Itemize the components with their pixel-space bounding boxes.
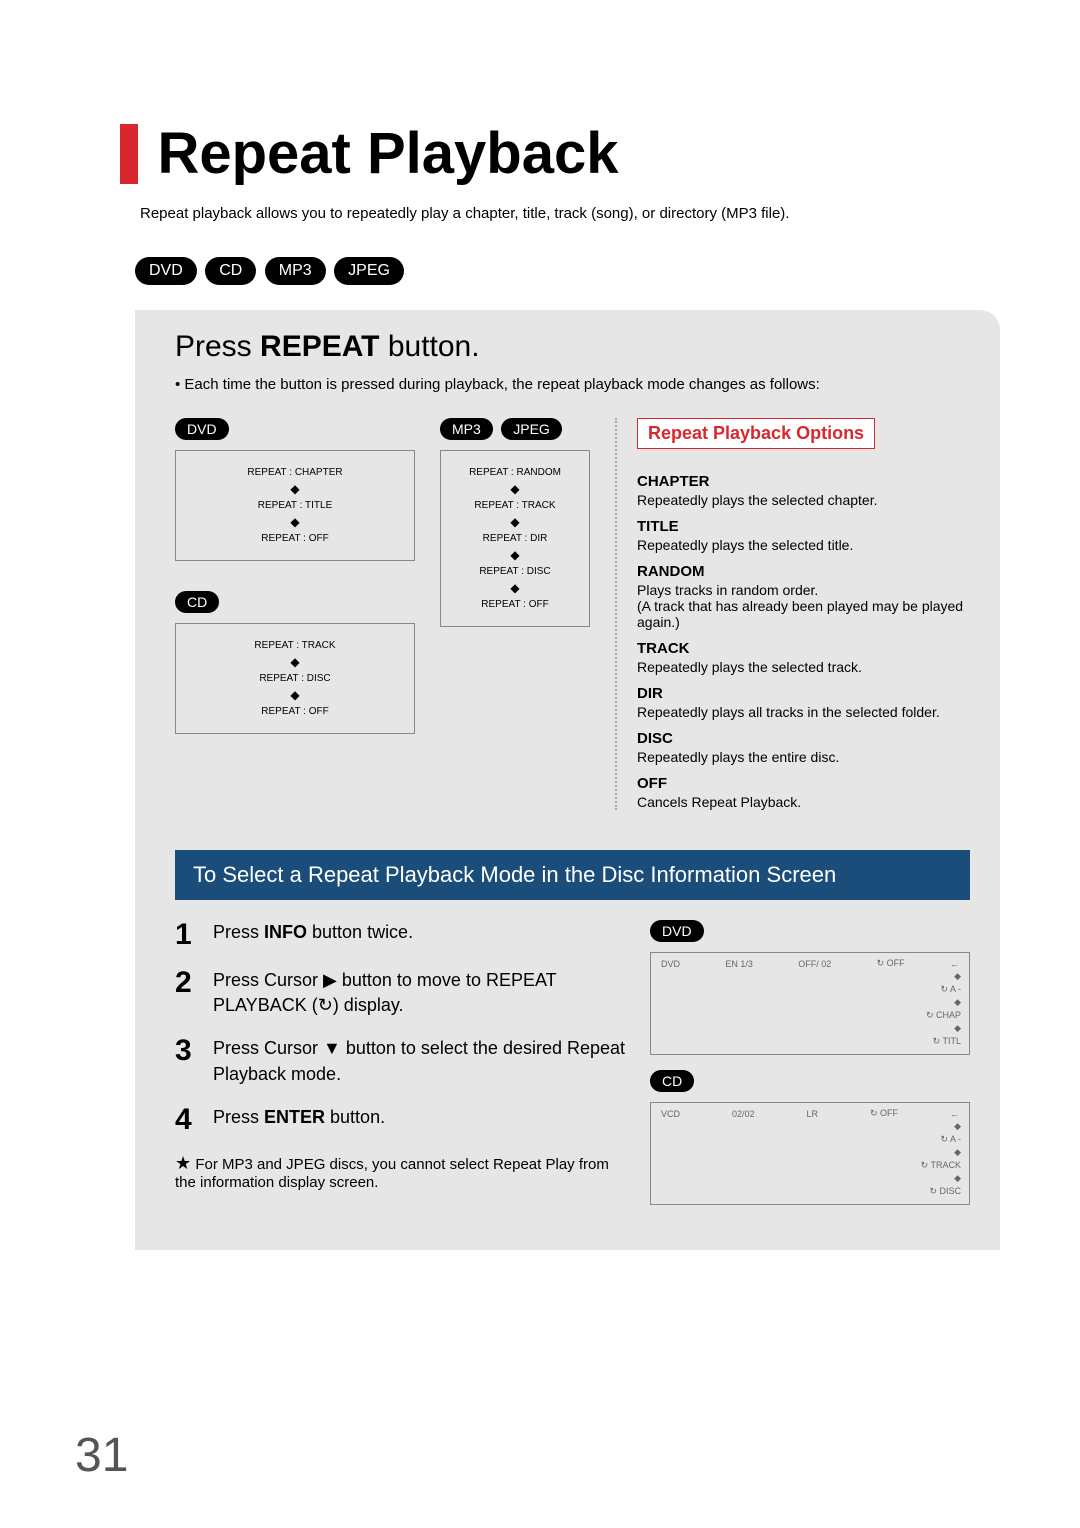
- osd-cd-box: VCD 02/02 LR ↻ OFF ← ◆ ↻ A - ◆ ↻ TRACK ◆…: [650, 1102, 970, 1205]
- osd-opt: ↻ CHAP: [659, 1010, 961, 1021]
- cycle-dvd-box: REPEAT : CHAPTER ◆ REPEAT : TITLE ◆ REPE…: [175, 450, 415, 561]
- cycle-item: REPEAT : DIR: [449, 533, 581, 544]
- step-number-1: 1: [175, 920, 201, 950]
- cycle-item: REPEAT : TRACK: [449, 500, 581, 511]
- opt-desc: Plays tracks in random order. (A track t…: [637, 582, 970, 630]
- step-4-text: Press ENTER button.: [213, 1105, 385, 1135]
- cycle-mp3-label: MP3: [440, 418, 493, 440]
- media-pill-row: DVD CD MP3 JPEG: [135, 257, 1000, 285]
- diamond-icon: ◆: [184, 655, 406, 669]
- step-number-3: 3: [175, 1036, 201, 1086]
- mode-change-note: • Each time the button is pressed during…: [175, 376, 970, 393]
- opt-desc: Repeatedly plays the entire disc.: [637, 749, 970, 765]
- opt-desc: Repeatedly plays the selected track.: [637, 659, 970, 675]
- arrow-left-icon: ←: [950, 959, 959, 969]
- diamond-icon: ◆: [659, 1173, 961, 1184]
- opt-desc: Repeatedly plays the selected title.: [637, 537, 970, 553]
- diamond-icon: ◆: [659, 1147, 961, 1158]
- heading-post: button.: [380, 330, 480, 363]
- cycle-item: REPEAT : RANDOM: [449, 467, 581, 478]
- star-icon: ★: [175, 1153, 191, 1173]
- pill-mp3: MP3: [265, 257, 326, 285]
- arrow-left-icon: ←: [950, 1109, 959, 1119]
- page-title-row: Repeat Playback: [120, 120, 1000, 187]
- osd-dvd-box: DVD EN 1/3 OFF/ 02 ↻ OFF ← ◆ ↻ A - ◆ ↻ C…: [650, 952, 970, 1055]
- step-number-4: 4: [175, 1105, 201, 1135]
- diamond-icon: ◆: [449, 482, 581, 496]
- diamond-icon: ◆: [449, 515, 581, 529]
- osd-opt: ↻ TITL: [659, 1036, 961, 1047]
- page-number: 31: [75, 1428, 128, 1483]
- opt-desc: Cancels Repeat Playback.: [637, 794, 970, 810]
- osd-field: OFF/ 02: [798, 959, 831, 969]
- opt-name: DISC: [637, 730, 970, 747]
- step-3-text: Press Cursor ▼ button to select the desi…: [213, 1036, 630, 1086]
- cycle-item: REPEAT : TITLE: [184, 500, 406, 511]
- options-title: Repeat Playback Options: [637, 418, 875, 449]
- diamond-icon: ◆: [449, 581, 581, 595]
- diamond-icon: ◆: [184, 482, 406, 496]
- osd-field: VCD: [661, 1109, 680, 1119]
- osd-field: LR: [806, 1109, 818, 1119]
- osd-field: ↻ OFF: [877, 958, 905, 969]
- cycle-mp3jpeg-box: REPEAT : RANDOM ◆ REPEAT : TRACK ◆ REPEA…: [440, 450, 590, 627]
- opt-desc: Repeatedly plays all tracks in the selec…: [637, 704, 970, 720]
- mp3-jpeg-note: ★ For MP3 and JPEG discs, you cannot sel…: [175, 1153, 630, 1191]
- opt-name: CHAPTER: [637, 473, 970, 490]
- repeat-icon: [318, 995, 333, 1015]
- osd-dvd-label: DVD: [650, 920, 704, 942]
- page-title: Repeat Playback: [157, 120, 618, 187]
- opt-name: DIR: [637, 685, 970, 702]
- diamond-icon: ◆: [659, 997, 961, 1008]
- press-repeat-heading: Press REPEAT button.: [175, 330, 970, 364]
- pill-jpeg: JPEG: [334, 257, 404, 285]
- cycle-item: REPEAT : OFF: [184, 706, 406, 717]
- note-text: For MP3 and JPEG discs, you cannot selec…: [175, 1156, 609, 1191]
- heading-pre: Press: [175, 330, 260, 363]
- opt-name: TRACK: [637, 640, 970, 657]
- step-number-2: 2: [175, 968, 201, 1018]
- osd-opt: ↻ TRACK: [659, 1160, 961, 1171]
- step-1-text: Press INFO button twice.: [213, 920, 413, 950]
- cycle-item: REPEAT : OFF: [449, 599, 581, 610]
- osd-field: DVD: [661, 959, 680, 969]
- opt-desc: Repeatedly plays the selected chapter.: [637, 492, 970, 508]
- cycle-item: REPEAT : DISC: [449, 566, 581, 577]
- step-2-text: Press Cursor ▶ button to move to REPEAT …: [213, 968, 630, 1018]
- osd-cd-label: CD: [650, 1070, 694, 1092]
- osd-opt: ↻ DISC: [659, 1186, 961, 1197]
- diamond-icon: ◆: [449, 548, 581, 562]
- heading-bold: REPEAT: [260, 330, 379, 363]
- instruction-panel: Press REPEAT button. • Each time the but…: [135, 310, 1000, 1250]
- osd-field: 02/02: [732, 1109, 755, 1119]
- opt-name: TITLE: [637, 518, 970, 535]
- osd-opt: ↻ A -: [659, 1134, 961, 1145]
- pill-dvd: DVD: [135, 257, 197, 285]
- osd-field: ↻ OFF: [870, 1108, 898, 1119]
- cycle-item: REPEAT : DISC: [184, 673, 406, 684]
- cycle-item: REPEAT : CHAPTER: [184, 467, 406, 478]
- osd-opt: ↻ A -: [659, 984, 961, 995]
- intro-text: Repeat playback allows you to repeatedly…: [140, 205, 1000, 222]
- section2-heading: To Select a Repeat Playback Mode in the …: [175, 850, 970, 900]
- diamond-icon: ◆: [184, 688, 406, 702]
- diamond-icon: ◆: [659, 1023, 961, 1034]
- red-accent-bar: [120, 124, 138, 184]
- opt-name: OFF: [637, 775, 970, 792]
- cycle-dvd-label: DVD: [175, 418, 229, 440]
- diamond-icon: ◆: [659, 971, 961, 982]
- osd-field: EN 1/3: [725, 959, 753, 969]
- diamond-icon: ◆: [184, 515, 406, 529]
- opt-name: RANDOM: [637, 563, 970, 580]
- cycle-jpeg-label: JPEG: [501, 418, 562, 440]
- pill-cd: CD: [205, 257, 256, 285]
- diamond-icon: ◆: [659, 1121, 961, 1132]
- cycle-item: REPEAT : TRACK: [184, 640, 406, 651]
- cycle-item: REPEAT : OFF: [184, 533, 406, 544]
- cycle-cd-label: CD: [175, 591, 219, 613]
- cycle-cd-box: REPEAT : TRACK ◆ REPEAT : DISC ◆ REPEAT …: [175, 623, 415, 734]
